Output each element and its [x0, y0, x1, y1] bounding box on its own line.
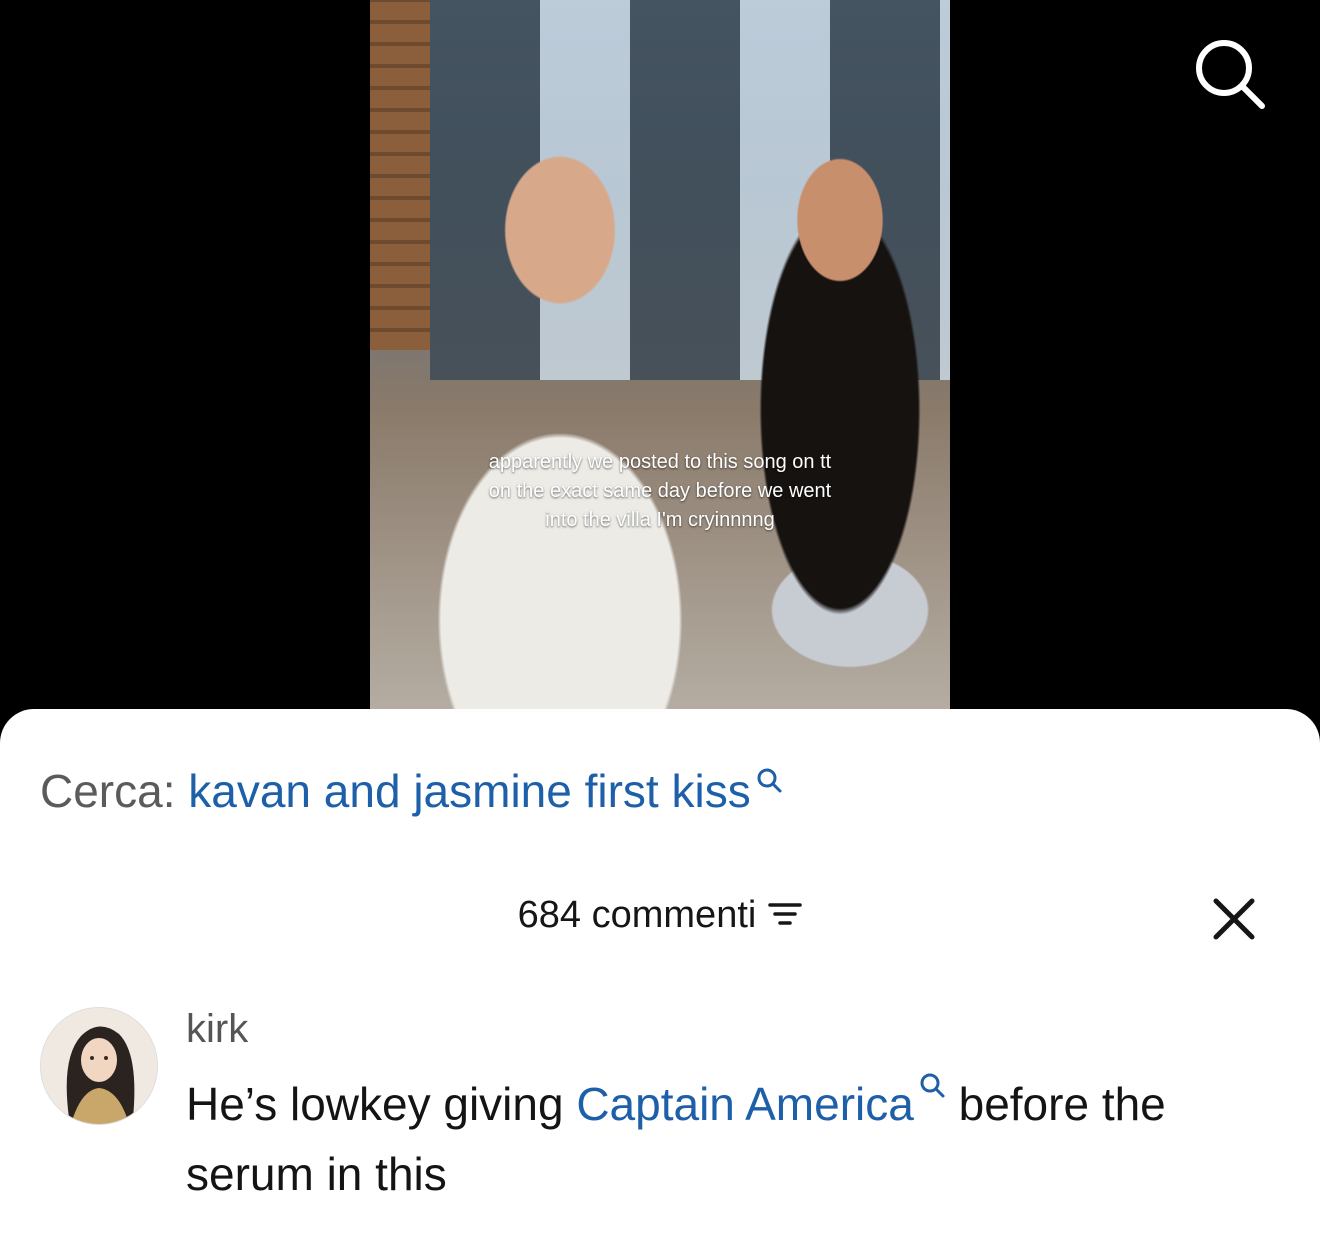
avatar-illustration — [41, 1008, 157, 1124]
video-frame[interactable]: apparently we posted to this song on tt … — [370, 0, 950, 740]
comments-sheet: Cerca: kavan and jasmine first kiss 684 … — [0, 709, 1320, 1237]
search-icon — [1196, 40, 1265, 109]
filter-icon[interactable] — [768, 899, 803, 929]
search-suggestion[interactable]: Cerca: kavan and jasmine first kiss — [40, 764, 783, 818]
comment-text: He’s lowkey giving Captain America befor… — [186, 1069, 1266, 1209]
comment-username[interactable]: kirk — [186, 1007, 248, 1052]
person-woman — [700, 80, 950, 740]
search-query-link[interactable]: kavan and jasmine first kiss — [188, 765, 750, 817]
video-player[interactable]: apparently we posted to this song on tt … — [0, 0, 1320, 740]
search-prefix: Cerca: — [40, 765, 176, 817]
close-icon — [1213, 898, 1255, 940]
close-button[interactable] — [1212, 897, 1256, 941]
video-caption: apparently we posted to this song on tt … — [488, 451, 832, 531]
comment-mention-link[interactable]: Captain America — [576, 1078, 914, 1130]
comments-count: 684 commenti — [517, 894, 757, 936]
avatar[interactable] — [40, 1007, 158, 1125]
comments-header: 684 commenti — [0, 894, 1320, 937]
search-button[interactable] — [1192, 36, 1268, 112]
comment-text-before: He’s lowkey giving — [186, 1078, 577, 1130]
person-man — [390, 60, 730, 740]
search-mini-icon — [920, 1073, 945, 1098]
search-mini-icon — [757, 768, 782, 793]
